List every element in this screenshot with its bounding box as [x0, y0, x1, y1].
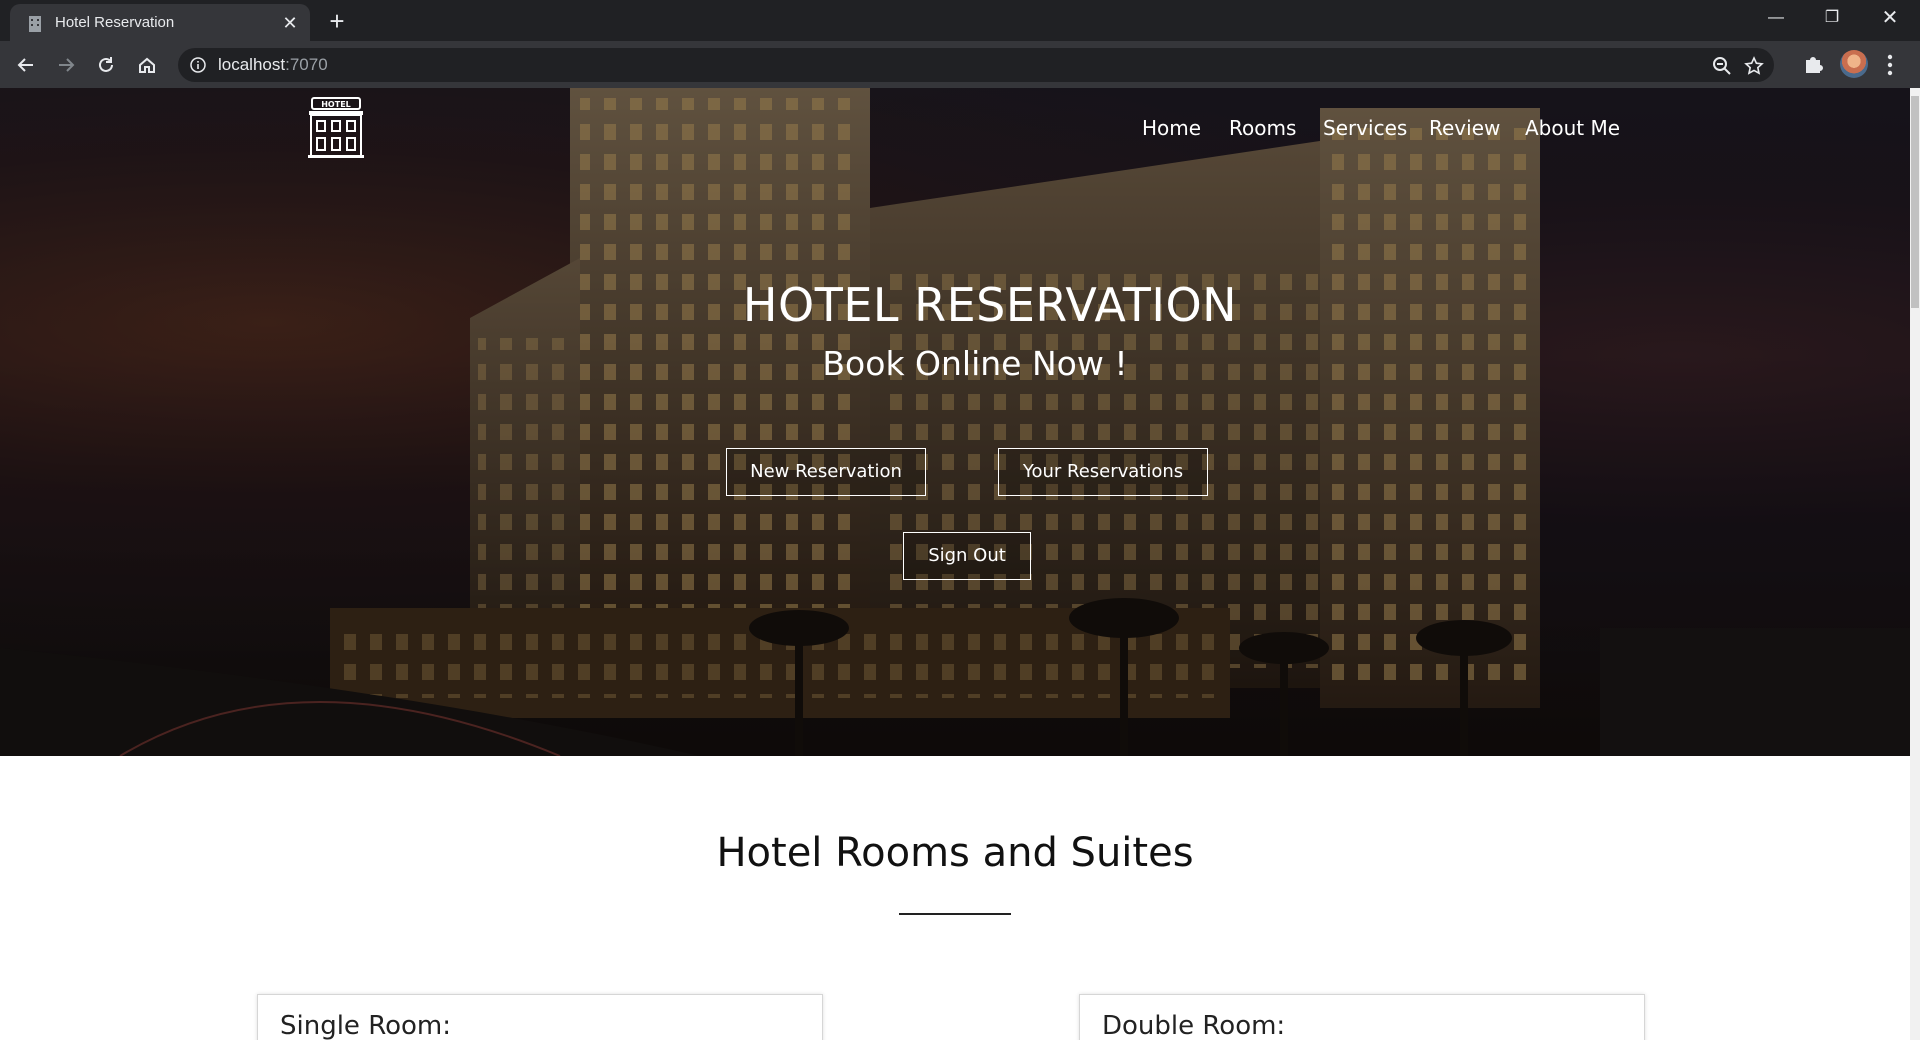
zoom-icon[interactable]: [1712, 56, 1732, 76]
room-card-double[interactable]: Double Room:: [1079, 994, 1645, 1040]
hotel-favicon-icon: [29, 16, 41, 32]
browser-titlebar: Hotel Reservation ✕ + — ❐ ✕: [0, 0, 1920, 41]
nav-rooms[interactable]: Rooms: [1229, 116, 1296, 140]
nav-review[interactable]: Review: [1429, 116, 1500, 140]
your-reservations-button[interactable]: Your Reservations: [998, 448, 1208, 496]
room-card-title: Double Room:: [1102, 1011, 1286, 1040]
rooms-section-title: Hotel Rooms and Suites: [716, 830, 1194, 876]
hotel-logo-icon[interactable]: HOTEL: [306, 96, 366, 158]
hero-overlay: [0, 88, 1910, 756]
hero-subtitle: Book Online Now !: [822, 344, 1128, 383]
site-info-icon[interactable]: [190, 57, 206, 73]
close-window-icon[interactable]: ✕: [1862, 0, 1918, 36]
nav-home[interactable]: Home: [1142, 116, 1201, 140]
url-host: localhost: [218, 55, 286, 74]
close-tab-icon[interactable]: ✕: [280, 13, 300, 33]
nav-services[interactable]: Services: [1323, 116, 1407, 140]
restore-icon[interactable]: ❐: [1804, 0, 1860, 36]
new-reservation-button[interactable]: New Reservation: [726, 448, 926, 496]
tab-title: Hotel Reservation: [55, 14, 175, 31]
new-tab-icon[interactable]: +: [323, 8, 351, 36]
hero-title: HOTEL RESERVATION: [742, 278, 1238, 332]
page-viewport: HOTEL Home Rooms Services Review About M…: [0, 88, 1920, 1040]
browser-tab[interactable]: Hotel Reservation ✕: [10, 4, 310, 41]
sign-out-button[interactable]: Sign Out: [903, 532, 1031, 580]
address-bar[interactable]: localhost:7070: [178, 48, 1774, 82]
extensions-puzzle-icon[interactable]: [1802, 53, 1824, 75]
profile-avatar[interactable]: [1840, 50, 1868, 78]
room-card-title: Single Room:: [280, 1011, 451, 1040]
back-icon[interactable]: [12, 51, 40, 79]
room-card-single[interactable]: Single Room:: [257, 994, 823, 1040]
forward-icon[interactable]: [52, 51, 80, 79]
section-divider: [899, 913, 1011, 915]
scrollbar-thumb[interactable]: [1911, 96, 1919, 308]
hero-section: HOTEL Home Rooms Services Review About M…: [0, 88, 1910, 756]
nav-about-me[interactable]: About Me: [1525, 116, 1620, 140]
browser-toolbar: localhost:7070: [0, 41, 1920, 88]
browser-menu-icon[interactable]: [1886, 53, 1894, 77]
logo-text: HOTEL: [321, 100, 351, 109]
home-icon[interactable]: [133, 51, 161, 79]
bookmark-star-icon[interactable]: [1744, 56, 1764, 76]
reload-icon[interactable]: [92, 51, 120, 79]
url-port: :7070: [285, 55, 328, 74]
minimize-icon[interactable]: —: [1748, 0, 1804, 36]
url-text: localhost:7070: [218, 48, 328, 82]
